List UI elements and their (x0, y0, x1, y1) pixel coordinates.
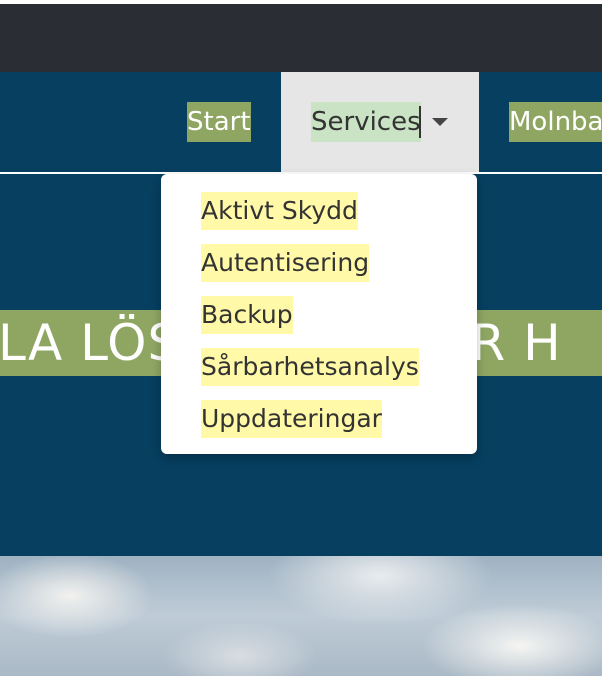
nav-item-molnbackup[interactable]: Molnba (509, 102, 602, 142)
nav-item-services[interactable]: Services (311, 102, 421, 142)
sky-clouds-image (0, 556, 602, 676)
caret-down-icon[interactable] (432, 118, 448, 126)
services-dropdown-menu: Aktivt Skydd Autentisering Backup Sårbar… (161, 174, 477, 454)
dropdown-item-autentisering[interactable]: Autentisering (201, 244, 370, 282)
dropdown-item-aktivt-skydd[interactable]: Aktivt Skydd (201, 192, 358, 230)
text-cursor (419, 106, 421, 138)
dropdown-item-uppdateringar[interactable]: Uppdateringar (201, 400, 382, 438)
dropdown-item-sarbarhetsanalys[interactable]: Sårbarhetsanalys (201, 348, 419, 386)
nav-item-start[interactable]: Start (187, 102, 251, 142)
top-bar (0, 0, 602, 72)
dropdown-item-backup[interactable]: Backup (201, 296, 293, 334)
